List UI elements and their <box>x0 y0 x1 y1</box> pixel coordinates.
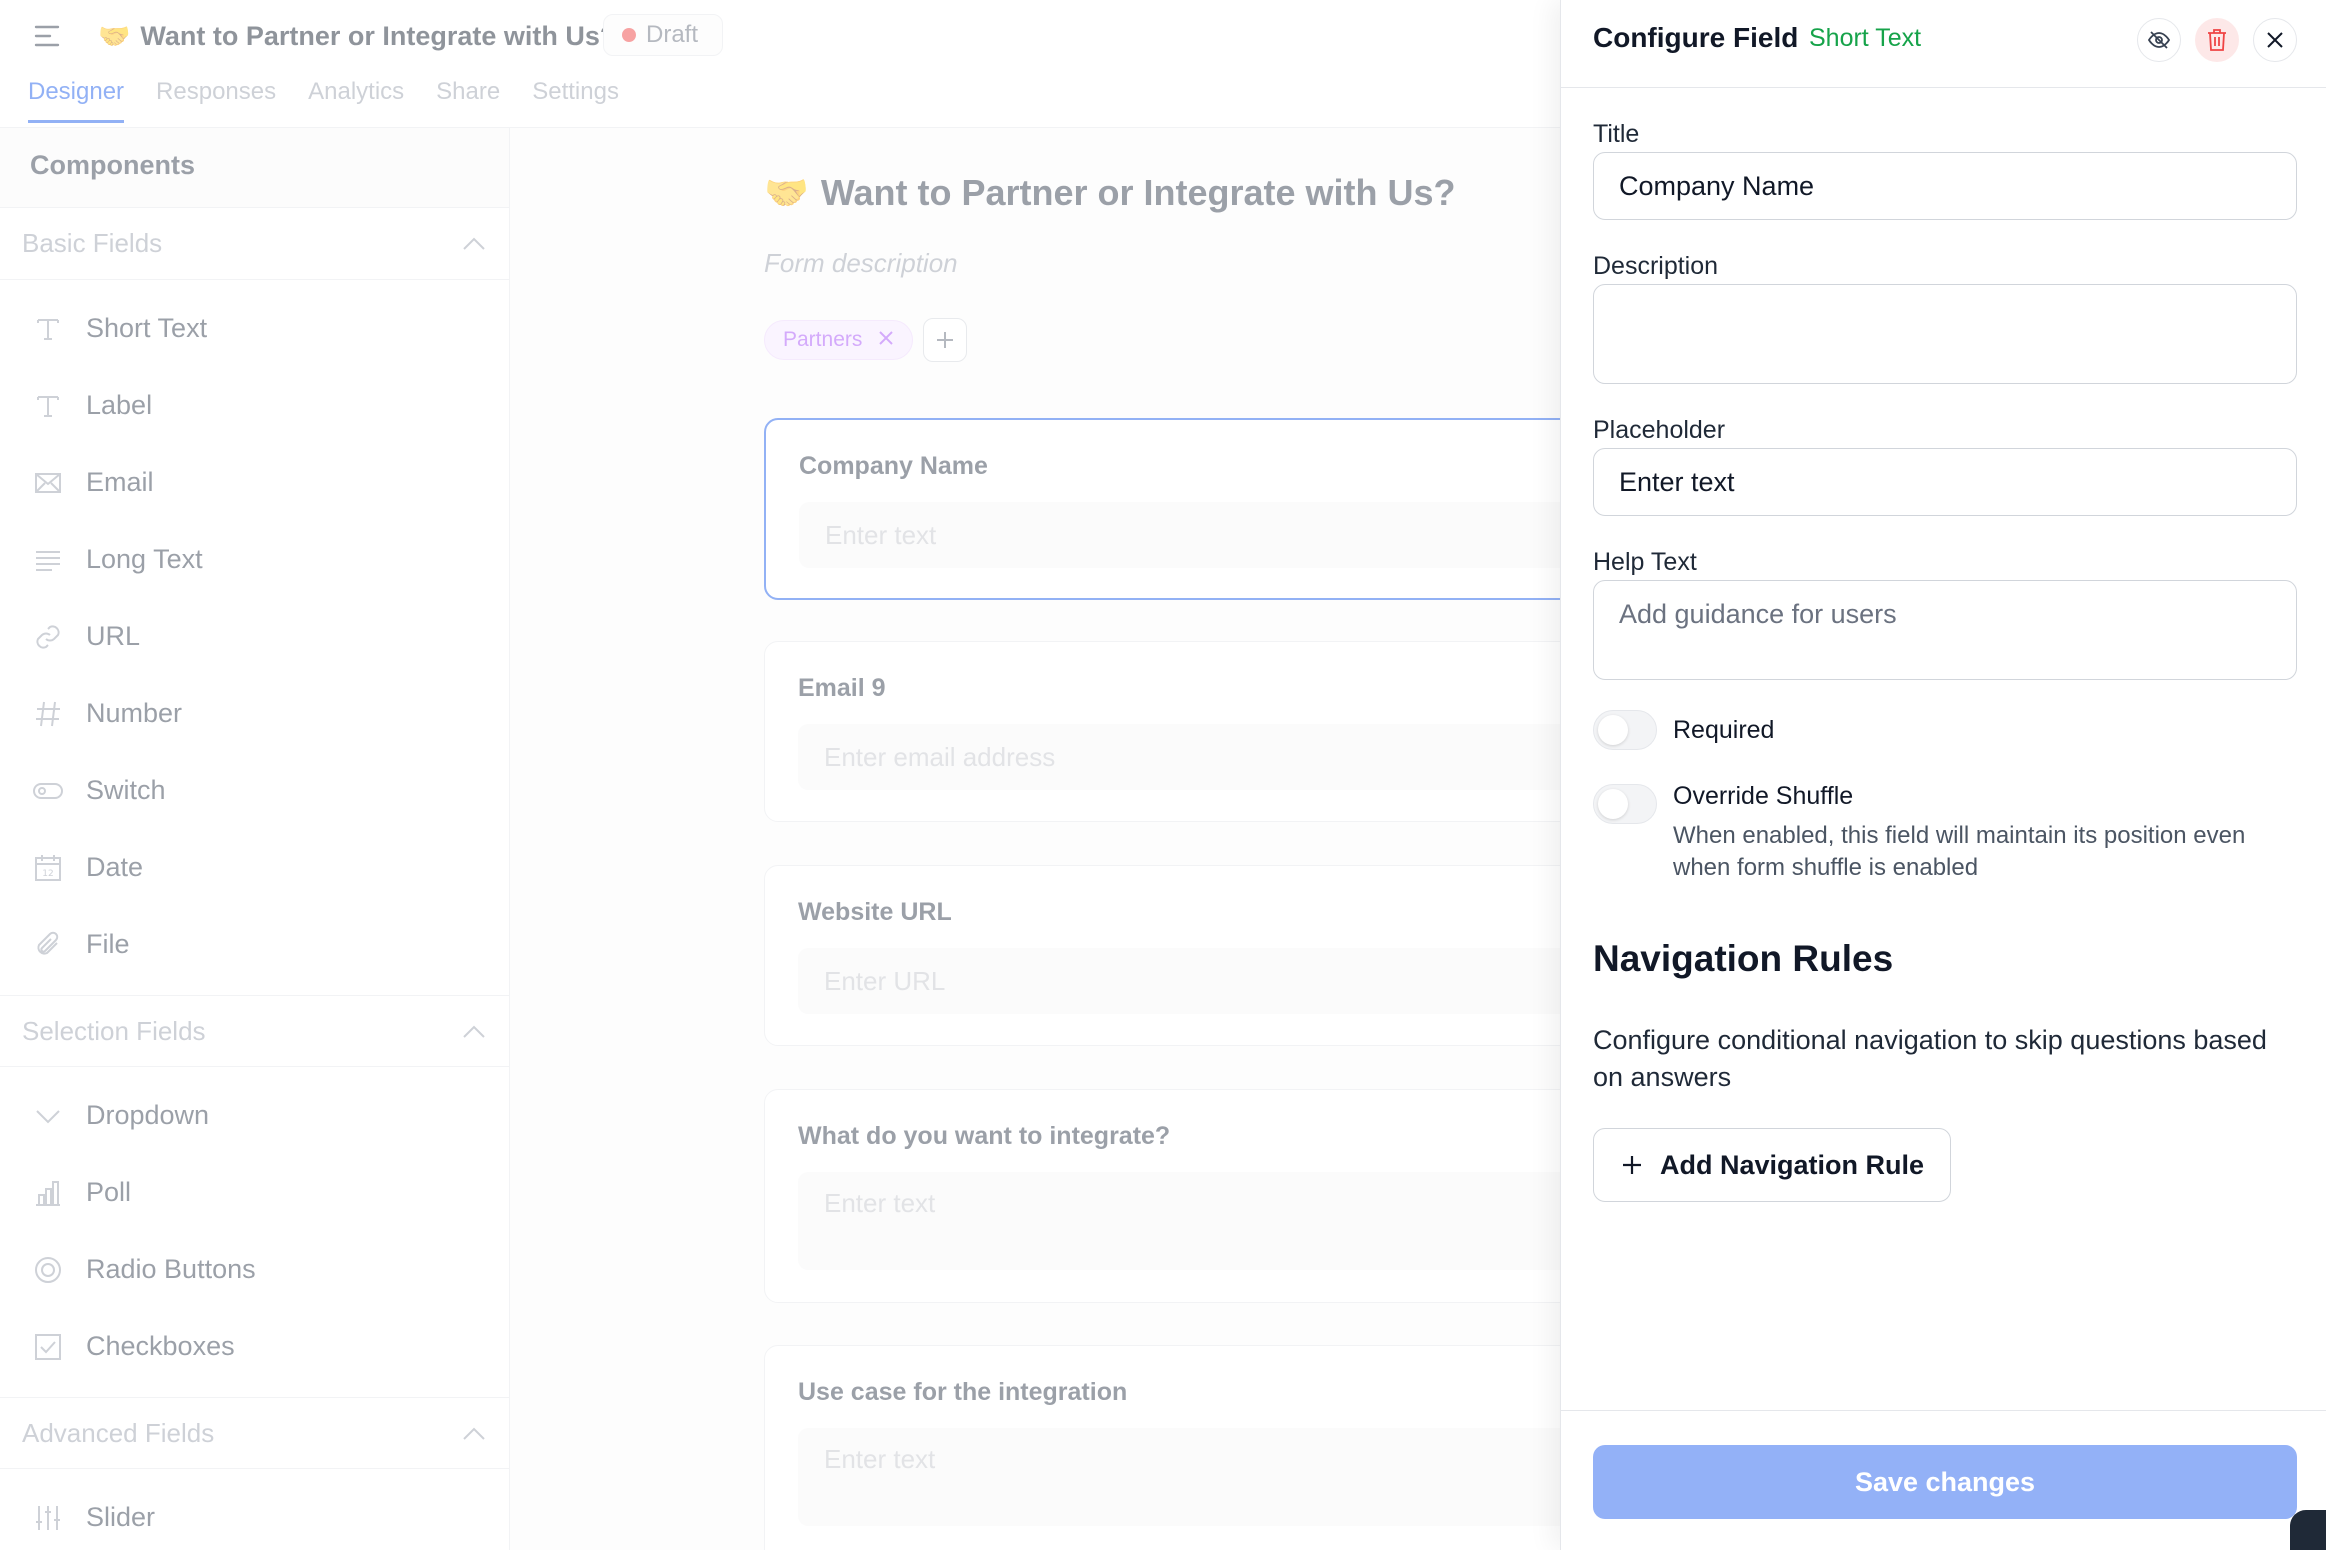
close-icon <box>2267 32 2283 48</box>
help-text-label: Help Text <box>1593 548 1697 576</box>
placeholder-input[interactable]: Enter text <box>1593 448 2297 516</box>
override-shuffle-help: When enabled, this field will maintain i… <box>1673 822 2246 881</box>
panel-header: Configure Field Short Text <box>1561 0 2326 88</box>
override-shuffle-toggle[interactable] <box>1593 784 1657 824</box>
override-shuffle-label: Override Shuffle <box>1673 782 1854 810</box>
delete-field-button[interactable] <box>2195 18 2239 62</box>
eye-off-icon <box>2147 31 2171 49</box>
trash-icon <box>2208 29 2226 51</box>
toggle-knob <box>1598 715 1628 745</box>
navigation-rules-title: Navigation Rules <box>1593 938 1894 979</box>
panel-footer: Save changes <box>1561 1410 2326 1550</box>
add-navigation-rule-label: Add Navigation Rule <box>1660 1149 1925 1180</box>
title-input[interactable]: Company Name <box>1593 152 2297 220</box>
add-navigation-rule-button[interactable]: Add Navigation Rule <box>1593 1128 1952 1202</box>
configure-field-panel: Configure Field Short Text Title Company… <box>1560 0 2326 1550</box>
panel-title: Configure Field <box>1593 22 1799 53</box>
placeholder-label: Placeholder <box>1593 416 1726 444</box>
plus-icon <box>1623 1156 1641 1174</box>
required-toggle[interactable] <box>1593 710 1657 750</box>
navigation-rules-description: Configure conditional navigation to skip… <box>1593 1025 2267 1092</box>
field-type-badge: Short Text <box>1809 24 1922 52</box>
title-label: Title <box>1593 120 1640 148</box>
help-launcher-button[interactable] <box>2290 1510 2326 1550</box>
description-textarea[interactable] <box>1593 284 2297 384</box>
close-panel-button[interactable] <box>2253 18 2297 62</box>
required-label: Required <box>1673 716 1775 744</box>
help-text-textarea[interactable]: Add guidance for users <box>1593 580 2297 680</box>
hide-field-button[interactable] <box>2137 18 2181 62</box>
toggle-knob <box>1598 789 1628 819</box>
description-label: Description <box>1593 252 1719 280</box>
save-changes-button[interactable]: Save changes <box>1593 1445 2297 1519</box>
